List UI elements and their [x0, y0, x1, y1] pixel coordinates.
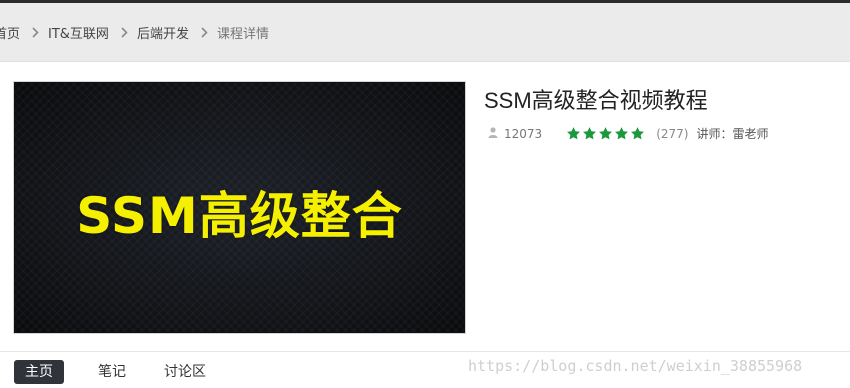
teacher-name[interactable]: 雷老师: [732, 125, 768, 142]
chevron-right-icon: [201, 27, 208, 38]
star-icon: [582, 126, 598, 142]
breadcrumb-bar: 首页 IT&互联网 后端开发 课程详情: [0, 3, 850, 62]
breadcrumb-it-internet[interactable]: IT&互联网: [48, 23, 109, 42]
tab-notes[interactable]: 笔记: [96, 360, 128, 384]
breadcrumb: 首页 IT&互联网 后端开发 课程详情: [0, 23, 269, 42]
tab-home[interactable]: 主页: [14, 360, 64, 384]
teacher-label: 讲师：: [696, 127, 733, 141]
course-meta: 12073 (277) 讲师： 雷老师: [488, 125, 769, 142]
user-icon: [488, 126, 498, 141]
tab-discussion[interactable]: 讨论区: [162, 360, 208, 384]
learner-count: 12073: [504, 126, 543, 141]
chevron-right-icon: [121, 27, 128, 38]
star-icon: [566, 126, 582, 142]
breadcrumb-backend-dev[interactable]: 后端开发: [137, 23, 189, 42]
star-icon: [598, 126, 614, 142]
cover-title-text: SSM高级整合: [76, 187, 403, 245]
rating-count: (277): [656, 126, 689, 141]
star-icon: [630, 126, 646, 142]
course-title: SSM高级整合视频教程: [484, 88, 708, 113]
chevron-right-icon: [32, 27, 39, 38]
breadcrumb-home[interactable]: 首页: [0, 23, 20, 42]
breadcrumb-course-detail: 课程详情: [216, 27, 269, 42]
watermark-url: https://blog.csdn.net/weixin_38855968: [468, 357, 803, 375]
star-icon: [614, 126, 630, 142]
course-cover-image[interactable]: SSM高级整合: [13, 81, 466, 334]
rating-stars: [566, 126, 646, 142]
